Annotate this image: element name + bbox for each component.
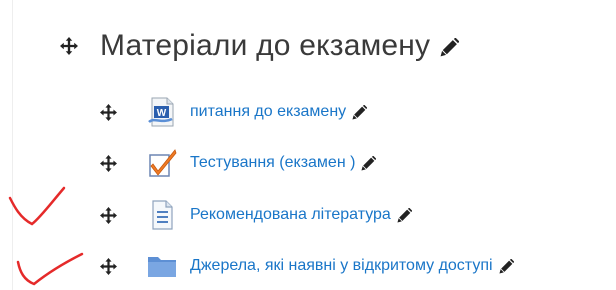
section-header: Матеріали до екзамену	[60, 18, 460, 74]
edit-pencil-icon[interactable]	[440, 38, 460, 57]
activity-link[interactable]: Рекомендована література	[190, 206, 391, 224]
activity-link[interactable]: Тестування (екзамен )	[190, 154, 355, 172]
left-border	[12, 0, 13, 290]
course-page: Матеріали до екзамену W питання до екзам…	[0, 0, 616, 290]
svg-text:W: W	[157, 108, 167, 119]
activity-item: W питання до екзамену	[100, 92, 368, 132]
activity-link[interactable]: Джерела, які наявні у відкритому доступі	[190, 257, 493, 275]
page-icon[interactable]	[147, 200, 177, 230]
move-icon[interactable]	[100, 206, 117, 224]
edit-pencil-icon[interactable]	[361, 155, 377, 171]
edit-pencil-icon[interactable]	[397, 207, 412, 223]
red-checkmark-annotation	[8, 186, 84, 286]
section-title: Матеріали до екзамену	[100, 29, 431, 62]
move-icon[interactable]	[100, 154, 117, 172]
edit-pencil-icon[interactable]	[352, 104, 368, 120]
folder-icon[interactable]	[147, 251, 177, 281]
word-document-icon[interactable]: W	[147, 97, 177, 127]
activity-item: Джерела, які наявні у відкритому доступі	[100, 246, 514, 286]
activity-item: Тестування (екзамен )	[100, 143, 377, 183]
move-icon[interactable]	[60, 37, 78, 55]
move-icon[interactable]	[100, 257, 117, 275]
activity-link[interactable]: питання до екзамену	[190, 103, 346, 121]
move-icon[interactable]	[100, 103, 117, 121]
activity-item: Рекомендована література	[100, 195, 412, 235]
edit-pencil-icon[interactable]	[498, 258, 514, 274]
quiz-checkmark-icon[interactable]	[147, 148, 177, 178]
